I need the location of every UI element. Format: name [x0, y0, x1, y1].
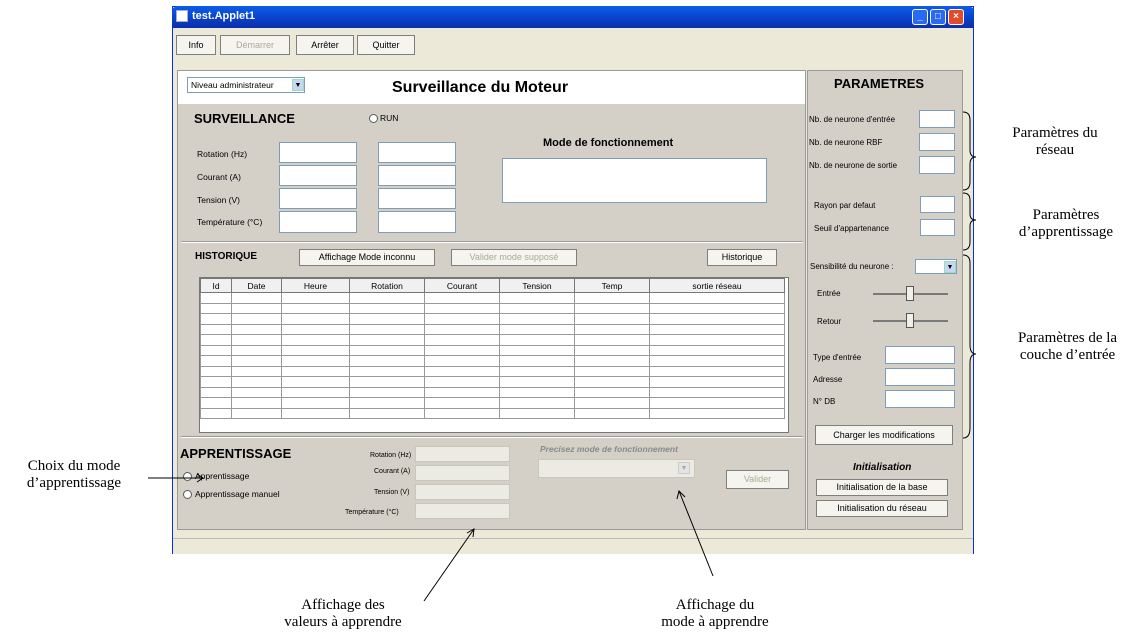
annotation-line: valeurs à apprendre: [284, 614, 402, 630]
annotation-line: Choix du mode: [27, 458, 121, 474]
annotation-affichage-mode: Affichage du mode à apprendre: [640, 597, 790, 631]
annotation-line: Paramètres: [1032, 207, 1100, 223]
annotation-params-apprentissage: Paramètres d’apprentissage: [996, 207, 1136, 241]
arrow-mode: [678, 490, 714, 577]
arrow-valeurs: [423, 528, 475, 602]
annotation-line: Paramètres de la: [1017, 330, 1118, 346]
annotation-line: Paramètres du: [1012, 125, 1098, 141]
annotation-line: d’apprentissage: [1018, 224, 1114, 240]
annotation-params-reseau: Paramètres du réseau: [1000, 125, 1110, 159]
brace-apprentissage: [962, 192, 977, 251]
annotation-params-couche: Paramètres de la couche d’entrée: [995, 330, 1140, 364]
annotation-affichage-valeurs: Affichage des valeurs à apprendre: [268, 597, 418, 631]
annotation-line: réseau: [1035, 142, 1075, 158]
annotation-choix-mode: Choix du mode d’apprentissage: [2, 458, 146, 492]
annotation-line: Affichage des: [301, 597, 385, 613]
brace-reseau: [962, 111, 977, 191]
annotation-line: d’apprentissage: [26, 475, 122, 491]
annotation-line: mode à apprendre: [661, 614, 769, 630]
annotation-line: Affichage du: [675, 597, 755, 613]
annotation-line: couche d’entrée: [1019, 347, 1116, 363]
brace-couche: [962, 254, 977, 439]
annotation-overlay: [148, 111, 977, 602]
